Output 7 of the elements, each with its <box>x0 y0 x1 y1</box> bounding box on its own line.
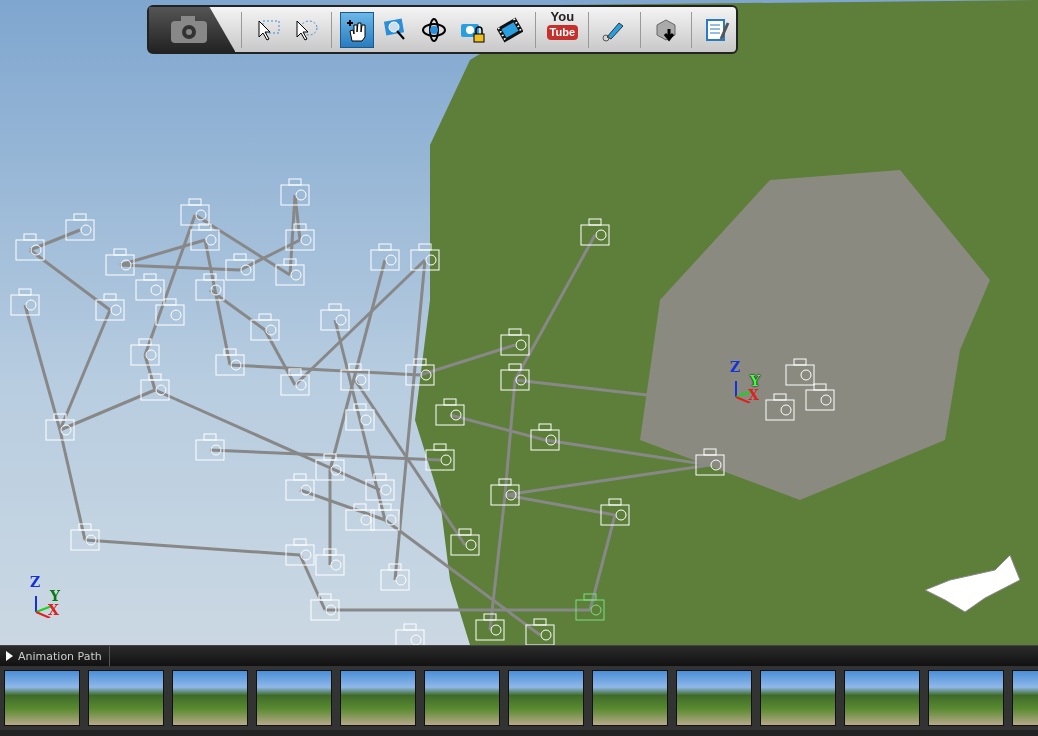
axis-label: Z <box>730 359 741 375</box>
axis-label: Y <box>750 373 760 389</box>
axis-label: Z <box>30 574 41 590</box>
axis-label: X <box>48 602 59 618</box>
axis-label: X <box>748 387 759 403</box>
axis-label: Y <box>50 588 60 604</box>
youtube-logo[interactable]: You Tube <box>544 9 581 50</box>
